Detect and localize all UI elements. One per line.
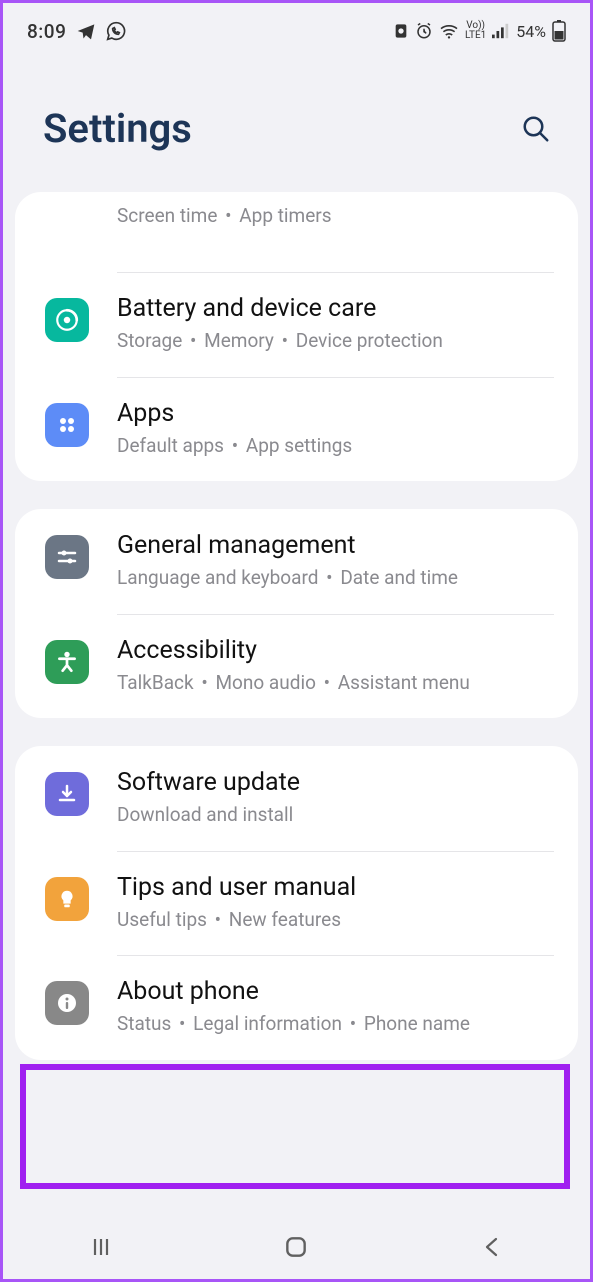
subtitle-part: App settings bbox=[246, 434, 352, 457]
navigation-bar bbox=[3, 1215, 590, 1279]
separator-dot: • bbox=[194, 671, 216, 694]
separator-dot: • bbox=[342, 1012, 364, 1035]
item-title: Tips and user manual bbox=[117, 873, 556, 902]
volte-indicator: Vo)) LTE1 bbox=[465, 21, 486, 41]
search-button[interactable] bbox=[518, 111, 554, 147]
separator-dot: • bbox=[318, 566, 340, 589]
recent-icon bbox=[89, 1235, 113, 1259]
subtitle-part: Memory bbox=[204, 329, 274, 352]
battery-care-icon bbox=[45, 298, 89, 342]
back-icon bbox=[480, 1235, 504, 1259]
item-title: Software update bbox=[117, 768, 556, 797]
subtitle-part: Useful tips bbox=[117, 908, 207, 931]
item-text: Screen time • App timers bbox=[117, 202, 556, 230]
status-time: 8:09 bbox=[27, 20, 66, 43]
separator-dot: • bbox=[182, 329, 204, 352]
item-text: About phone Status • Legal information • … bbox=[117, 977, 556, 1038]
settings-item-accessibility[interactable]: Accessibility TalkBack • Mono audio • Ass… bbox=[15, 614, 578, 719]
item-text: Software update Download and install bbox=[117, 768, 556, 829]
subtitle-part: Status bbox=[117, 1012, 171, 1035]
battery-percent: 54% bbox=[516, 22, 546, 41]
accessibility-icon bbox=[45, 640, 89, 684]
item-subtitle: TalkBack • Mono audio • Assistant menu bbox=[117, 669, 556, 697]
subtitle-part: Assistant menu bbox=[338, 671, 470, 694]
settings-group: Screen time • App timers Battery and devi… bbox=[15, 192, 578, 481]
settings-item-battery[interactable]: Battery and device care Storage • Memory … bbox=[15, 272, 578, 377]
status-right: Vo)) LTE1 54% bbox=[393, 20, 566, 42]
about-phone-icon bbox=[45, 981, 89, 1025]
telegram-icon bbox=[76, 21, 96, 41]
settings-item-tips[interactable]: Tips and user manual Useful tips • New fe… bbox=[15, 851, 578, 956]
alarm-icon bbox=[415, 22, 433, 40]
status-bar: 8:09 Vo)) LTE1 54% bbox=[3, 3, 590, 55]
tips-icon bbox=[45, 877, 89, 921]
wifi-icon bbox=[439, 23, 459, 39]
item-text: Battery and device care Storage • Memory … bbox=[117, 294, 556, 355]
settings-item-apps[interactable]: Apps Default apps • App settings bbox=[15, 377, 578, 482]
search-icon bbox=[521, 114, 551, 144]
subtitle-part: Storage bbox=[117, 329, 182, 352]
separator-dot: • bbox=[274, 329, 296, 352]
subtitle-part: Mono audio bbox=[215, 671, 315, 694]
home-button[interactable] bbox=[278, 1229, 314, 1265]
item-text: General management Language and keyboard … bbox=[117, 531, 556, 592]
subtitle-part: New features bbox=[229, 908, 341, 931]
settings-item-screentime[interactable]: Screen time • App timers bbox=[15, 192, 578, 272]
subtitle-part: Device protection bbox=[296, 329, 443, 352]
subtitle-part: Date and time bbox=[340, 566, 458, 589]
signal-icon bbox=[492, 23, 510, 39]
lte-label: LTE1 bbox=[465, 31, 486, 41]
settings-item-about[interactable]: About phone Status • Legal information • … bbox=[15, 955, 578, 1060]
notification-icon bbox=[393, 23, 409, 39]
item-title: About phone bbox=[117, 977, 556, 1006]
page-title: Settings bbox=[43, 105, 192, 152]
subtitle-part: TalkBack bbox=[117, 671, 194, 694]
highlight-about-phone bbox=[20, 1064, 570, 1189]
item-subtitle: Storage • Memory • Device protection bbox=[117, 327, 556, 355]
recent-apps-button[interactable] bbox=[83, 1229, 119, 1265]
settings-group: Software update Download and install Tips … bbox=[15, 746, 578, 1060]
software-update-icon bbox=[45, 772, 89, 816]
item-subtitle: Useful tips • New features bbox=[117, 906, 556, 934]
apps-icon bbox=[45, 403, 89, 447]
separator-dot: • bbox=[171, 1012, 193, 1035]
subtitle-part: Legal information bbox=[193, 1012, 342, 1035]
settings-item-software[interactable]: Software update Download and install bbox=[15, 746, 578, 851]
item-text: Apps Default apps • App settings bbox=[117, 399, 556, 460]
item-subtitle: Language and keyboard • Date and time bbox=[117, 564, 556, 592]
item-text: Accessibility TalkBack • Mono audio • Ass… bbox=[117, 636, 556, 697]
subtitle-part: Language and keyboard bbox=[117, 566, 318, 589]
item-title: Accessibility bbox=[117, 636, 556, 665]
header: Settings bbox=[3, 55, 590, 192]
item-subtitle: Status • Legal information • Phone name bbox=[117, 1010, 556, 1038]
item-title: Apps bbox=[117, 399, 556, 428]
subtitle-part: App timers bbox=[239, 204, 331, 227]
separator-dot: • bbox=[316, 671, 338, 694]
item-text: Tips and user manual Useful tips • New fe… bbox=[117, 873, 556, 934]
battery-icon bbox=[552, 20, 566, 42]
home-icon bbox=[283, 1234, 309, 1260]
settings-group: General management Language and keyboard … bbox=[15, 509, 578, 718]
separator-dot: • bbox=[217, 204, 239, 227]
subtitle-part: Phone name bbox=[364, 1012, 470, 1035]
subtitle-part: Download and install bbox=[117, 803, 293, 826]
back-button[interactable] bbox=[474, 1229, 510, 1265]
separator-dot: • bbox=[224, 434, 246, 457]
general-management-icon bbox=[45, 535, 89, 579]
settings-item-general[interactable]: General management Language and keyboard … bbox=[15, 509, 578, 614]
item-title: Battery and device care bbox=[117, 294, 556, 323]
item-subtitle: Download and install bbox=[117, 801, 556, 829]
item-subtitle: Default apps • App settings bbox=[117, 432, 556, 460]
status-left: 8:09 bbox=[27, 20, 126, 43]
settings-list: Screen time • App timers Battery and devi… bbox=[3, 192, 590, 1060]
subtitle-part: Screen time bbox=[117, 204, 217, 227]
whatsapp-icon bbox=[106, 21, 126, 41]
separator-dot: • bbox=[207, 908, 229, 931]
subtitle-part: Default apps bbox=[117, 434, 224, 457]
item-subtitle: Screen time • App timers bbox=[117, 202, 556, 230]
item-title: General management bbox=[117, 531, 556, 560]
